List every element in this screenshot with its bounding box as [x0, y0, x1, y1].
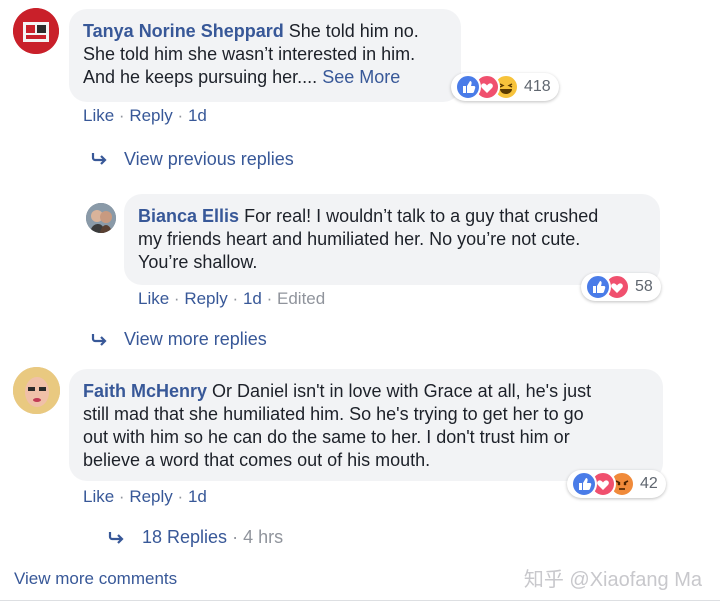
comment-text: She told him no.: [288, 21, 419, 41]
comment-author[interactable]: Faith McHenry: [83, 381, 207, 401]
reply-author[interactable]: Bianca Ellis: [138, 206, 239, 226]
like-link[interactable]: Like: [83, 106, 114, 125]
comment-bubble: Faith McHenry Or Daniel isn't in love wi…: [69, 369, 663, 481]
like-icon: [571, 471, 597, 497]
comment-text: Or Daniel isn't in love with Grace at al…: [212, 381, 592, 401]
reply-link[interactable]: Reply: [129, 106, 172, 125]
avatar[interactable]: [86, 203, 116, 233]
comment-text: believe a word that comes out of his mou…: [83, 450, 431, 470]
like-icon: [585, 274, 611, 300]
like-link[interactable]: Like: [138, 289, 169, 308]
comment-text: And he keeps pursuing her....: [83, 67, 318, 87]
reactions-summary[interactable]: 418: [451, 73, 559, 101]
avatar[interactable]: [13, 8, 59, 54]
reaction-count: 58: [635, 278, 653, 295]
reply-text: You’re shallow.: [138, 252, 258, 272]
comment-text: out with him so he can do the same to he…: [83, 427, 570, 447]
reaction-count: 418: [524, 78, 551, 95]
view-more-comments-link[interactable]: View more comments: [14, 569, 177, 589]
bottom-divider: [0, 600, 720, 601]
see-more-link[interactable]: See More: [322, 67, 400, 87]
reply-text: For real! I wouldn’t talk to a guy that …: [244, 206, 599, 226]
comment-text: still mad that she humiliated him. So he…: [83, 404, 584, 424]
comment-time[interactable]: 1d: [188, 487, 207, 506]
comment-actions: Like · Reply · 1d: [83, 106, 207, 125]
comment-time[interactable]: 1d: [188, 106, 207, 125]
avatar[interactable]: [13, 367, 60, 414]
comment-actions: Like · Reply · 1d: [83, 487, 207, 506]
reply-bubble: Bianca Ellis For real! I wouldn’t talk t…: [124, 194, 660, 285]
reply-link[interactable]: Reply: [184, 289, 227, 308]
watermark: 知乎 @Xiaofang Ma: [523, 569, 702, 591]
replies-link[interactable]: 18 Replies · 4 hrs: [142, 527, 283, 548]
reply-actions: Like · Reply · 1d · Edited: [138, 289, 326, 308]
comment-text: She told him she wasn’t interested in hi…: [83, 44, 416, 64]
reactions-summary[interactable]: 42: [567, 470, 666, 498]
reply-time[interactable]: 1d: [243, 289, 262, 308]
reaction-count: 42: [640, 475, 658, 492]
comment-author[interactable]: Tanya Norine Sheppard: [83, 21, 284, 41]
reply-arrow-icon: [91, 153, 107, 165]
replies-time: 4 hrs: [243, 527, 284, 547]
comment-bubble: Tanya Norine Sheppard She told him no. S…: [69, 9, 461, 102]
reply-link[interactable]: Reply: [129, 487, 172, 506]
edited-label[interactable]: Edited: [277, 289, 325, 308]
view-more-replies-link[interactable]: View more replies: [124, 329, 267, 350]
reply-arrow-icon: [91, 334, 107, 346]
replies-count[interactable]: 18 Replies: [142, 527, 227, 547]
reply-text: my friends heart and humiliated her. No …: [138, 229, 581, 249]
like-icon: [455, 74, 481, 100]
reactions-summary[interactable]: 58: [581, 273, 661, 301]
reply-arrow-icon: [108, 532, 124, 544]
view-previous-replies-link[interactable]: View previous replies: [124, 149, 294, 170]
like-link[interactable]: Like: [83, 487, 114, 506]
